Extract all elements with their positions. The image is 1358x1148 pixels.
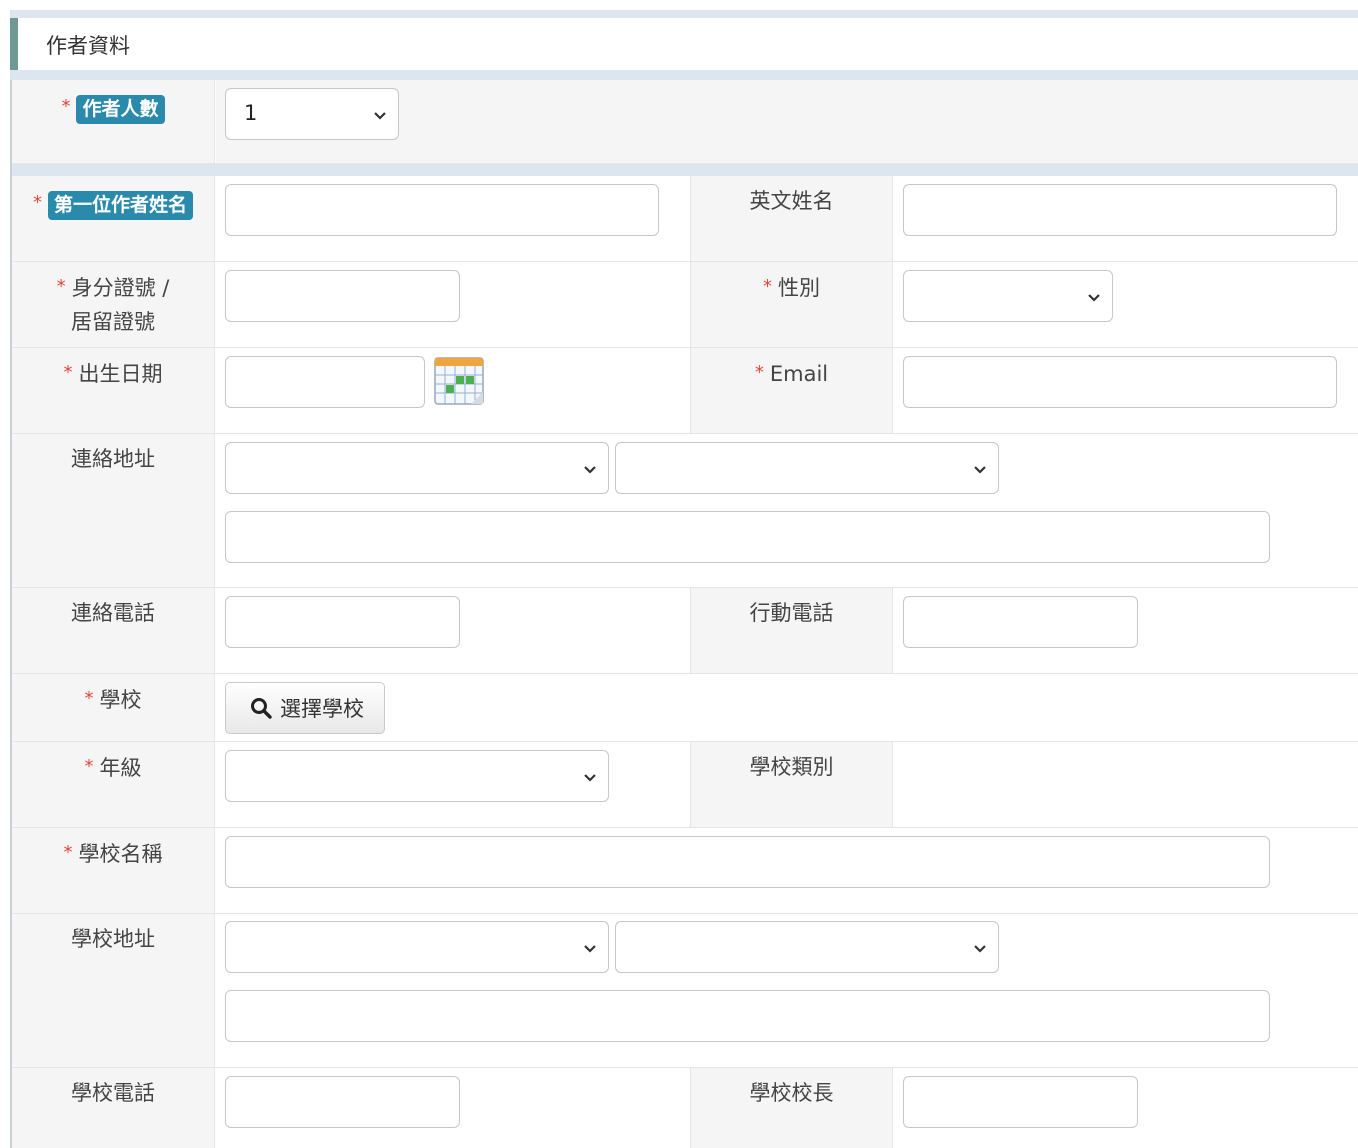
- label-cell: * 作者人數: [12, 80, 215, 163]
- select-school-label: 選擇學校: [280, 697, 364, 721]
- school-address-label: 學校地址: [71, 927, 155, 951]
- contact-street-input[interactable]: [225, 511, 1270, 563]
- header-divider: [10, 70, 1358, 80]
- first-author-name-label: 第一位作者姓名: [47, 191, 193, 220]
- school-district-select[interactable]: [615, 921, 999, 973]
- contact-phone-input[interactable]: [225, 596, 460, 648]
- chevron-down-icon: [1088, 294, 1100, 302]
- chevron-down-icon: [374, 112, 386, 120]
- school-type-label: 學校類別: [749, 755, 834, 779]
- row-divider: [12, 164, 1358, 176]
- gender-select[interactable]: [903, 270, 1113, 322]
- required-mark: *: [61, 96, 71, 117]
- english-name-label: 英文姓名: [749, 189, 834, 213]
- chevron-down-icon: [584, 945, 596, 953]
- school-principal-label: 學校校長: [749, 1081, 834, 1105]
- row-school-phone: 學校電話 學校校長: [12, 1068, 1358, 1148]
- row-id: * 身分證號 / 居留證號 * 性別: [12, 262, 1358, 348]
- input-cell: 1: [216, 80, 1358, 163]
- birth-date-input[interactable]: [225, 356, 425, 408]
- top-divider: [10, 10, 1358, 18]
- mobile-phone-input[interactable]: [903, 596, 1138, 648]
- grade-label: 年級: [99, 756, 142, 780]
- row-school: * 學校 選擇學校: [12, 674, 1358, 742]
- id-number-label-line2: 居留證號: [71, 310, 155, 334]
- first-author-name-input[interactable]: [225, 184, 659, 236]
- school-street-input[interactable]: [225, 990, 1270, 1042]
- school-phone-input[interactable]: [225, 1076, 460, 1128]
- row-school-name: * 學校名稱: [12, 828, 1358, 914]
- author-count-select[interactable]: 1: [225, 88, 399, 140]
- school-label: 學校: [99, 688, 142, 712]
- grade-select[interactable]: [225, 750, 609, 802]
- row-birth: * 出生日期 * Email: [12, 348, 1358, 434]
- chevron-down-icon: [974, 945, 986, 953]
- row-name: * 第一位作者姓名 英文姓名: [12, 176, 1358, 262]
- mobile-phone-label: 行動電話: [749, 601, 834, 625]
- email-input[interactable]: [903, 356, 1337, 408]
- section-header: 作者資料: [10, 18, 1358, 70]
- school-city-select[interactable]: [225, 921, 609, 973]
- contact-district-select[interactable]: [615, 442, 999, 494]
- gender-label: 性別: [778, 276, 820, 300]
- chevron-down-icon: [584, 466, 596, 474]
- contact-address-label: 連絡地址: [71, 447, 155, 471]
- birth-date-label: 出生日期: [78, 362, 163, 386]
- row-author-count: * 作者人數 1: [12, 80, 1358, 164]
- chevron-down-icon: [974, 466, 986, 474]
- calendar-icon[interactable]: [433, 354, 487, 408]
- select-school-button[interactable]: 選擇學校: [225, 682, 385, 734]
- school-name-label: 學校名稱: [78, 842, 163, 866]
- contact-phone-label: 連絡電話: [71, 601, 155, 625]
- row-phones: 連絡電話 行動電話: [12, 588, 1358, 674]
- author-count-label: 作者人數: [76, 95, 165, 124]
- school-phone-label: 學校電話: [71, 1081, 155, 1105]
- row-school-address: 學校地址: [12, 914, 1358, 1068]
- chevron-down-icon: [584, 774, 596, 782]
- english-name-input[interactable]: [903, 184, 1337, 236]
- school-principal-input[interactable]: [903, 1076, 1138, 1128]
- email-label: Email: [769, 362, 829, 386]
- id-number-label-line1: 身分證號 /: [71, 276, 170, 300]
- school-name-input[interactable]: [225, 836, 1270, 888]
- search-icon: [251, 698, 272, 719]
- section-title: 作者資料: [46, 34, 130, 58]
- row-contact-address: 連絡地址: [12, 434, 1358, 588]
- contact-city-select[interactable]: [225, 442, 609, 494]
- id-number-input[interactable]: [225, 270, 460, 322]
- row-grade: * 年級 學校類別: [12, 742, 1358, 828]
